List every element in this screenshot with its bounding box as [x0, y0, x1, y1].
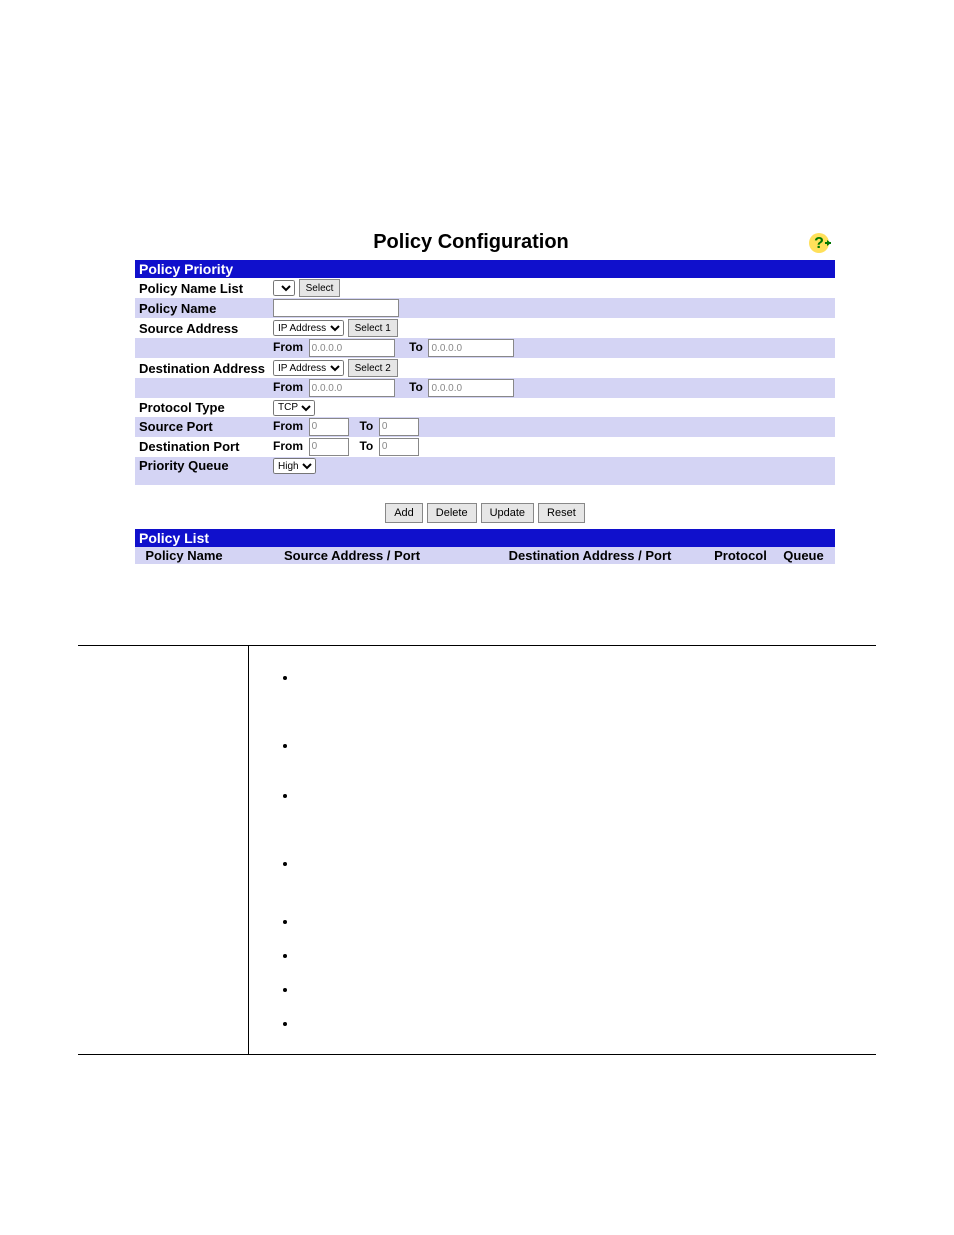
row-source-address-range: From To	[135, 338, 835, 358]
bullet-2	[297, 738, 866, 752]
select-2-button[interactable]: Select 2	[348, 359, 398, 377]
policy-form: Policy Name List Select Policy Name Sour…	[135, 278, 835, 485]
row-priority-queue: Priority Queue High	[135, 457, 835, 476]
dst-to-label: To	[409, 380, 423, 394]
protocol-type-select[interactable]: TCP	[273, 400, 315, 416]
src-from-ip[interactable]	[309, 339, 395, 357]
label-protocol-type: Protocol Type	[135, 398, 269, 417]
policy-list-table: Policy Name Source Address / Port Destin…	[135, 547, 835, 564]
svg-text:?: ?	[814, 235, 824, 252]
priority-queue-select[interactable]: High	[273, 458, 316, 474]
dst-port-from[interactable]	[309, 438, 349, 456]
label-destination-port: Destination Port	[135, 437, 269, 457]
policy-list-header-row: Policy Name Source Address / Port Destin…	[135, 547, 835, 564]
description-bullet-list	[259, 670, 866, 1030]
select-button[interactable]: Select	[299, 279, 341, 297]
dport-to-label: To	[359, 439, 373, 453]
help-icon[interactable]: ?	[807, 231, 831, 255]
sport-from-label: From	[273, 419, 303, 433]
row-protocol-type: Protocol Type TCP	[135, 398, 835, 417]
row-spacer	[135, 475, 835, 485]
add-button[interactable]: Add	[385, 503, 423, 523]
label-policy-name-list: Policy Name List	[135, 278, 269, 298]
bullet-4	[297, 856, 866, 870]
dst-port-to[interactable]	[379, 438, 419, 456]
src-to-label: To	[409, 340, 423, 354]
dst-from-ip[interactable]	[309, 379, 395, 397]
label-source-port: Source Port	[135, 417, 269, 437]
col-protocol: Protocol	[709, 547, 772, 564]
select-1-button[interactable]: Select 1	[348, 319, 398, 337]
label-destination-address: Destination Address	[135, 358, 269, 378]
col-source: Source Address / Port	[233, 547, 471, 564]
description-right-cell	[249, 646, 877, 1055]
col-destination: Destination Address / Port	[471, 547, 709, 564]
bullet-5	[297, 914, 866, 928]
label-source-address: Source Address	[135, 318, 269, 338]
dst-from-label: From	[273, 380, 303, 394]
bullet-3	[297, 788, 866, 802]
delete-button[interactable]: Delete	[427, 503, 477, 523]
dport-from-label: From	[273, 439, 303, 453]
col-queue: Queue	[772, 547, 835, 564]
src-port-to[interactable]	[379, 418, 419, 436]
row-destination-address: Destination Address IP Address Select 2	[135, 358, 835, 378]
panel-title: Policy Configuration	[135, 225, 807, 260]
source-address-type-select[interactable]: IP Address	[273, 320, 344, 336]
reset-button[interactable]: Reset	[538, 503, 585, 523]
policy-name-list-select[interactable]	[273, 280, 295, 296]
policy-name-input[interactable]	[273, 299, 399, 317]
description-table	[78, 645, 876, 1055]
update-button[interactable]: Update	[481, 503, 534, 523]
destination-address-type-select[interactable]: IP Address	[273, 360, 344, 376]
panel-title-row: Policy Configuration ?	[135, 225, 835, 260]
policy-config-panel: Policy Configuration ? Policy Priority P…	[135, 225, 835, 564]
src-port-from[interactable]	[309, 418, 349, 436]
row-destination-port: Destination Port From To	[135, 437, 835, 457]
row-source-address: Source Address IP Address Select 1	[135, 318, 835, 338]
policy-priority-header: Policy Priority	[135, 260, 835, 278]
col-policy-name: Policy Name	[135, 547, 233, 564]
bullet-6	[297, 948, 866, 962]
sport-to-label: To	[359, 419, 373, 433]
row-policy-name-list: Policy Name List Select	[135, 278, 835, 298]
row-destination-address-range: From To	[135, 378, 835, 398]
bullet-8	[297, 1016, 866, 1030]
src-from-label: From	[273, 340, 303, 354]
bullet-7	[297, 982, 866, 996]
description-left-cell	[78, 646, 249, 1055]
bullet-1	[297, 670, 866, 684]
row-source-port: Source Port From To	[135, 417, 835, 437]
policy-list-header: Policy List	[135, 529, 835, 547]
row-policy-name: Policy Name	[135, 298, 835, 318]
dst-to-ip[interactable]	[428, 379, 514, 397]
label-policy-name: Policy Name	[135, 298, 269, 318]
src-to-ip[interactable]	[428, 339, 514, 357]
action-button-row: Add Delete Update Reset	[135, 485, 835, 529]
label-priority-queue: Priority Queue	[135, 457, 269, 476]
